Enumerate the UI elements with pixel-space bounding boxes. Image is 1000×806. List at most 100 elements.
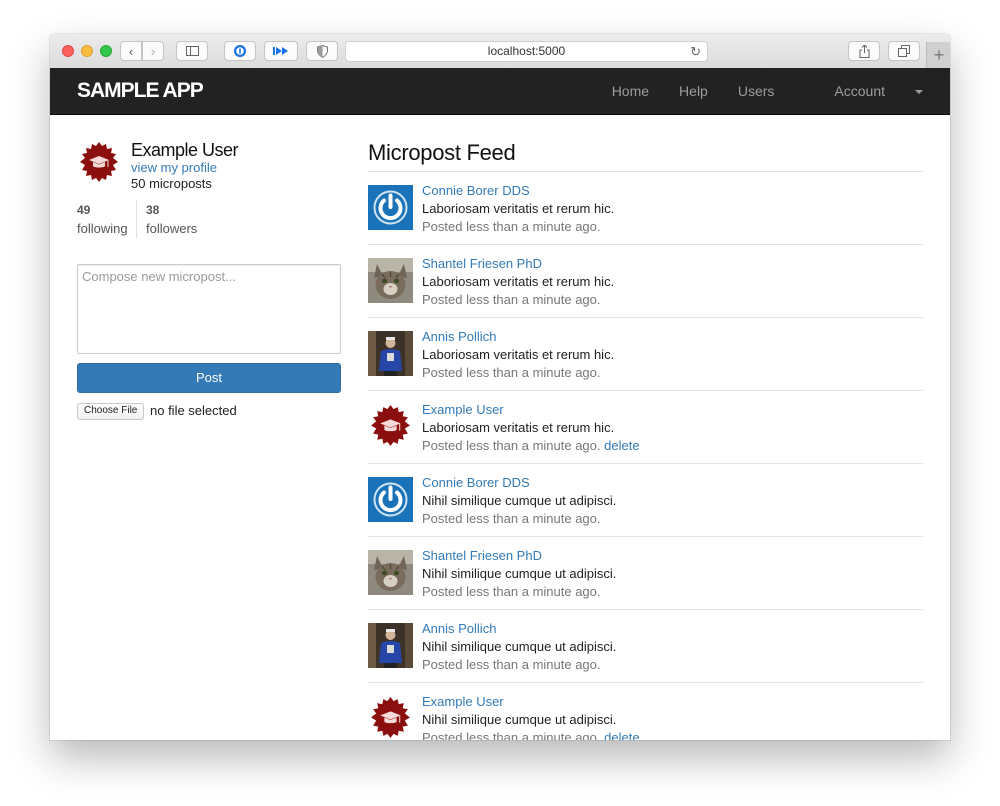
forward-button[interactable]: › — [142, 41, 164, 61]
user-gravatar[interactable] — [77, 141, 121, 185]
following-label[interactable]: following — [77, 221, 128, 236]
file-status-text: no file selected — [150, 403, 237, 418]
micropost-content: Laboriosam veritatis et rerum hic. — [422, 420, 615, 435]
new-tab-button[interactable]: + — [926, 42, 950, 68]
micropost-user-link[interactable]: Shantel Friesen PhD — [422, 548, 542, 563]
person-photo-avatar[interactable] — [368, 331, 413, 376]
tabs-icon — [898, 45, 910, 57]
micropost-timestamp-text: Posted less than a minute ago. — [422, 292, 601, 307]
feed-title: Micropost Feed — [368, 140, 516, 165]
person-photo-avatar[interactable] — [368, 623, 413, 668]
delete-link[interactable]: delete — [604, 730, 639, 740]
share-button[interactable] — [848, 41, 880, 61]
sidebar-icon — [185, 46, 199, 56]
micropost-user-link[interactable]: Annis Pollich — [422, 329, 496, 344]
password-manager-button[interactable] — [224, 41, 256, 61]
browser-window: ‹ › localhost:5000 ↻ + SAMPLE APP Home H… — [50, 34, 950, 740]
micropost-item: Annis Pollich Nihil similique cumque ut a… — [368, 610, 923, 683]
micropost-content: Nihil similique cumque ut adipisci. — [422, 712, 617, 727]
micropost-content: Laboriosam veritatis et rerum hic. — [422, 347, 615, 362]
micropost-timestamp-text: Posted less than a minute ago. — [422, 365, 601, 380]
stats-divider — [136, 200, 137, 238]
micropost-timestamp-text: Posted less than a minute ago. — [422, 511, 601, 526]
nav-links: Home Help Users Account — [582, 68, 923, 114]
micropost-timestamp: Posted less than a minute ago. — [422, 219, 601, 234]
nav-account-label: Account — [834, 83, 885, 99]
following-count[interactable]: 49 — [77, 203, 90, 217]
power-icon-avatar[interactable] — [368, 477, 413, 522]
micropost-item: Connie Borer DDS Laboriosam veritatis et … — [368, 172, 923, 245]
address-bar[interactable]: localhost:5000 ↻ — [345, 41, 708, 62]
micropost-timestamp: Posted less than a minute ago. delete — [422, 438, 640, 453]
browser-toolbar: ‹ › localhost:5000 ↻ + — [50, 34, 950, 69]
micropost-timestamp-text: Posted less than a minute ago. — [422, 438, 601, 453]
micropost-timestamp-text: Posted less than a minute ago. — [422, 730, 601, 740]
nav-account-dropdown[interactable]: Account — [804, 83, 923, 99]
micropost-timestamp: Posted less than a minute ago. — [422, 584, 601, 599]
micropost-timestamp: Posted less than a minute ago. — [422, 292, 601, 307]
nav-users-link[interactable]: Users — [738, 83, 775, 99]
fast-forward-icon — [273, 47, 288, 55]
nav-home-link[interactable]: Home — [612, 83, 649, 99]
graduation-cap-badge-avatar[interactable] — [368, 696, 413, 740]
password-manager-icon — [234, 45, 246, 57]
url-text: localhost:5000 — [487, 44, 566, 58]
micropost-user-link[interactable]: Example User — [422, 402, 504, 417]
micropost-content: Nihil similique cumque ut adipisci. — [422, 566, 617, 581]
followers-count[interactable]: 38 — [146, 203, 159, 217]
sidebar-toggle-button[interactable] — [176, 41, 208, 61]
micropost-timestamp-text: Posted less than a minute ago. — [422, 584, 601, 599]
micropost-timestamp: Posted less than a minute ago. delete — [422, 730, 640, 740]
micropost-timestamp-text: Posted less than a minute ago. — [422, 657, 601, 672]
view-profile-link[interactable]: view my profile — [131, 160, 217, 175]
micropost-timestamp: Posted less than a minute ago. — [422, 365, 601, 380]
zoom-window-button[interactable] — [100, 45, 112, 57]
post-button[interactable]: Post — [77, 363, 341, 393]
compose-micropost-input[interactable] — [77, 264, 341, 354]
share-icon — [859, 44, 869, 58]
micropost-item: Shantel Friesen PhD Laboriosam veritatis … — [368, 245, 923, 318]
minimize-window-button[interactable] — [81, 45, 93, 57]
caret-down-icon — [915, 90, 923, 95]
tabs-overview-button[interactable] — [888, 41, 920, 61]
micropost-content: Nihil similique cumque ut adipisci. — [422, 493, 617, 508]
micropost-timestamp: Posted less than a minute ago. — [422, 511, 601, 526]
chevron-right-icon: › — [150, 43, 156, 59]
micropost-content: Nihil similique cumque ut adipisci. — [422, 639, 617, 654]
micropost-item: Connie Borer DDS Nihil similique cumque u… — [368, 464, 923, 537]
site-navbar: SAMPLE APP Home Help Users Account — [50, 68, 950, 115]
back-button[interactable]: ‹ — [120, 41, 142, 61]
power-icon-avatar[interactable] — [368, 185, 413, 230]
graduation-cap-badge-icon — [80, 142, 118, 182]
micropost-content: Laboriosam veritatis et rerum hic. — [422, 201, 615, 216]
reload-icon[interactable]: ↻ — [690, 42, 701, 61]
micropost-user-link[interactable]: Annis Pollich — [422, 621, 496, 636]
extension-button[interactable] — [264, 41, 298, 61]
micropost-timestamp-text: Posted less than a minute ago. — [422, 219, 601, 234]
choose-file-button[interactable]: Choose File — [77, 403, 145, 420]
cat-photo-avatar[interactable] — [368, 550, 413, 595]
delete-link[interactable]: delete — [604, 438, 639, 453]
micropost-item: Example User Nihil similique cumque ut ad… — [368, 683, 923, 740]
micropost-user-link[interactable]: Shantel Friesen PhD — [422, 256, 542, 271]
micropost-user-link[interactable]: Example User — [422, 694, 504, 709]
close-window-button[interactable] — [62, 45, 74, 57]
micropost-user-link[interactable]: Connie Borer DDS — [422, 183, 530, 198]
followers-label[interactable]: followers — [146, 221, 197, 236]
micropost-count: 50 microposts — [131, 176, 212, 191]
nav-help-link[interactable]: Help — [679, 83, 708, 99]
micropost-timestamp: Posted less than a minute ago. — [422, 657, 601, 672]
cat-photo-avatar[interactable] — [368, 258, 413, 303]
profile-name: Example User — [131, 140, 239, 160]
micropost-item: Annis Pollich Laboriosam veritatis et rer… — [368, 318, 923, 391]
privacy-button[interactable] — [306, 41, 338, 61]
graduation-cap-badge-avatar[interactable] — [368, 404, 413, 449]
micropost-content: Laboriosam veritatis et rerum hic. — [422, 274, 615, 289]
app-logo[interactable]: SAMPLE APP — [77, 79, 204, 103]
shield-icon — [316, 44, 328, 58]
micropost-item: Example User Laboriosam veritatis et reru… — [368, 391, 923, 464]
feed-list: Connie Borer DDS Laboriosam veritatis et … — [368, 172, 923, 740]
chevron-left-icon: ‹ — [128, 43, 134, 59]
micropost-item: Shantel Friesen PhD Nihil similique cumqu… — [368, 537, 923, 610]
micropost-user-link[interactable]: Connie Borer DDS — [422, 475, 530, 490]
